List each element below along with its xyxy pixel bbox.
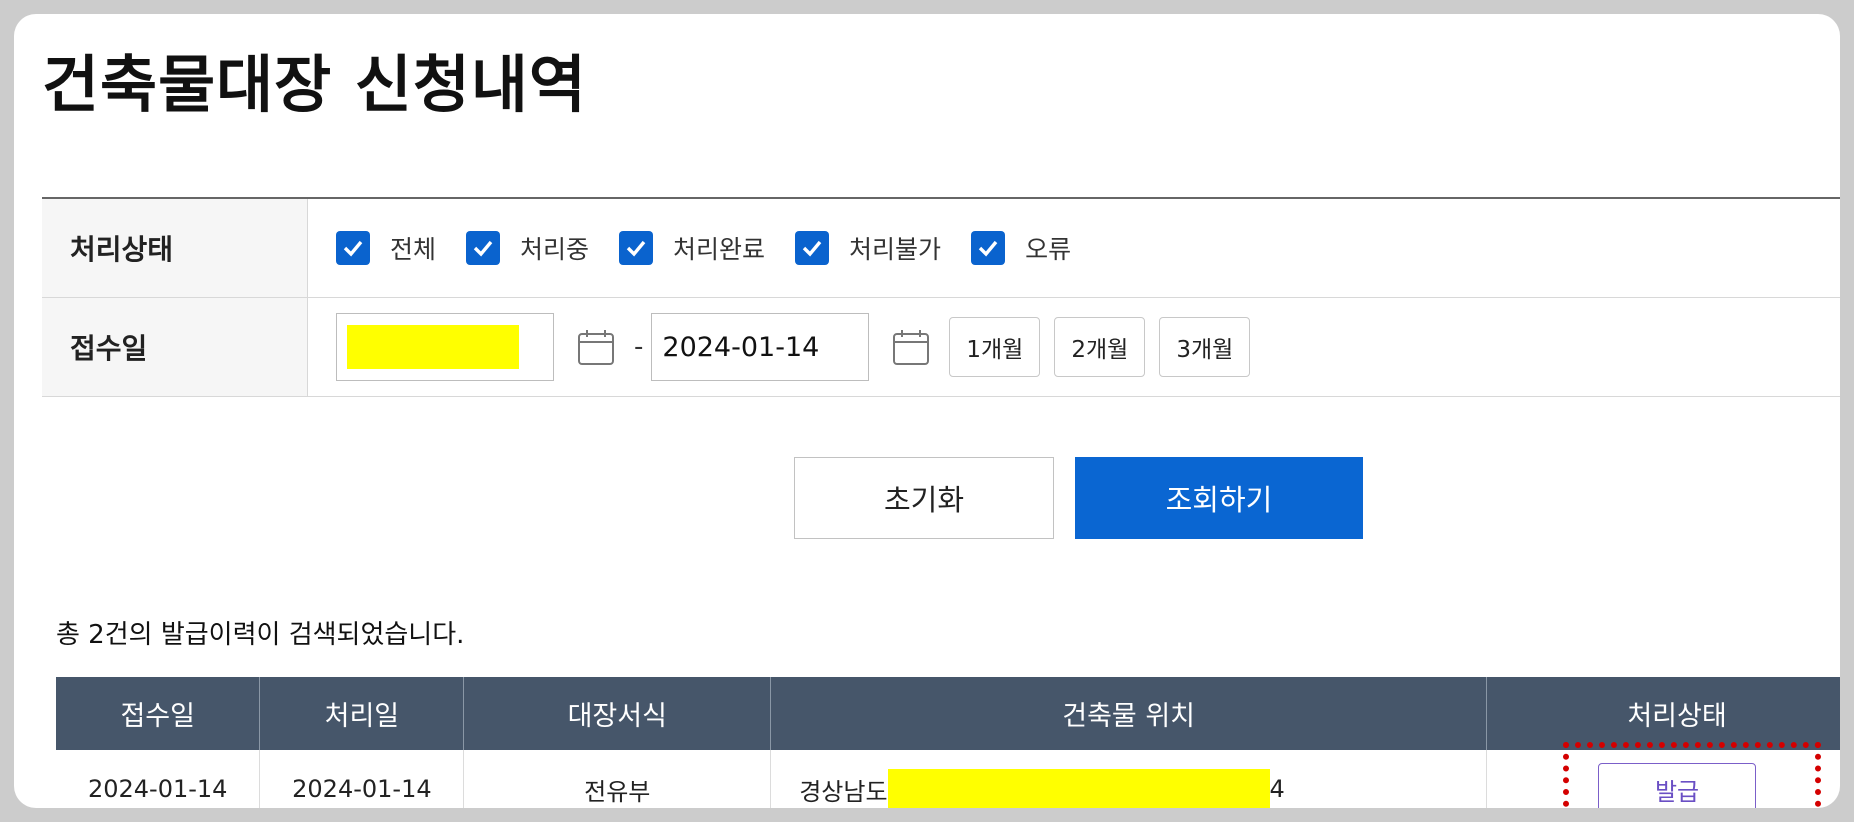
date-range: - 2024-01-14 1개월 2개월 3개월 bbox=[308, 298, 1264, 396]
checkbox-label: 처리완료 bbox=[673, 235, 766, 264]
reset-button[interactable]: 초기화 bbox=[794, 457, 1054, 539]
date-separator: - bbox=[634, 332, 644, 362]
checkbox-completed[interactable]: 처리완료 bbox=[619, 230, 765, 266]
column-header[interactable]: 건축물 위치 bbox=[770, 677, 1488, 750]
calendar-icon[interactable] bbox=[891, 327, 931, 367]
calendar-icon[interactable] bbox=[576, 327, 616, 367]
redaction-mark bbox=[347, 325, 519, 369]
processed-date-cell: 2024-01-14 bbox=[259, 750, 465, 808]
date-to-input[interactable]: 2024-01-14 bbox=[651, 313, 870, 381]
result-summary: 총 2건의 발급이력이 검색되었습니다. bbox=[56, 620, 465, 650]
form-type-cell: 전유부 bbox=[463, 750, 772, 808]
column-header[interactable]: 처리일 bbox=[259, 677, 465, 750]
checkbox-processing[interactable]: 처리중 bbox=[466, 230, 589, 266]
checkbox-label: 전체 bbox=[390, 235, 437, 264]
highlight-box bbox=[1563, 742, 1821, 808]
date-filter-label: 접수일 bbox=[42, 298, 308, 396]
status-filter-row: 처리상태 전체 처리중 처리완료 처리불가 오류 bbox=[42, 199, 1840, 298]
location-prefix: 경상남도 bbox=[799, 777, 888, 806]
check-icon[interactable] bbox=[619, 231, 654, 265]
column-header[interactable]: 처리상태 bbox=[1486, 677, 1840, 750]
checkbox-impossible[interactable]: 처리불가 bbox=[795, 230, 941, 266]
redaction-mark bbox=[887, 769, 1270, 808]
filter-table: 처리상태 전체 처리중 처리완료 처리불가 오류 접수일 - 2024-01-1… bbox=[42, 197, 1840, 397]
period-1month-button[interactable]: 1개월 bbox=[949, 317, 1041, 377]
checkbox-label: 오류 bbox=[1025, 235, 1072, 264]
status-checkbox-group: 전체 처리중 처리완료 처리불가 오류 bbox=[308, 199, 1101, 297]
table-header-row: 접수일 처리일 대장서식 건축물 위치 처리상태 bbox=[56, 677, 1840, 750]
checkbox-error[interactable]: 오류 bbox=[971, 230, 1071, 266]
column-header[interactable]: 접수일 bbox=[56, 677, 261, 750]
checkbox-all[interactable]: 전체 bbox=[336, 230, 436, 266]
column-header[interactable]: 대장서식 bbox=[463, 677, 772, 750]
check-icon[interactable] bbox=[971, 231, 1006, 265]
period-2month-button[interactable]: 2개월 bbox=[1054, 317, 1146, 377]
checkbox-label: 처리중 bbox=[520, 235, 590, 264]
location-cell: 경상남도 4 bbox=[770, 750, 1488, 808]
received-date-cell: 2024-01-14 bbox=[56, 750, 261, 808]
date-from-input[interactable] bbox=[336, 313, 554, 381]
check-icon[interactable] bbox=[336, 231, 370, 265]
location-suffix: 4 bbox=[1269, 775, 1285, 803]
status-filter-label: 처리상태 bbox=[42, 199, 308, 297]
check-icon[interactable] bbox=[466, 231, 501, 265]
check-icon[interactable] bbox=[795, 231, 830, 265]
search-button[interactable]: 조회하기 bbox=[1075, 457, 1363, 539]
page-title: 건축물대장 신청내역 bbox=[42, 48, 587, 121]
period-3month-button[interactable]: 3개월 bbox=[1159, 317, 1251, 377]
date-filter-row: 접수일 - 2024-01-14 1개월 2개월 3개월 bbox=[42, 298, 1840, 397]
main-panel: 건축물대장 신청내역 처리상태 전체 처리중 처리완료 처리불가 오류 접수일 … bbox=[14, 14, 1840, 808]
checkbox-label: 처리불가 bbox=[849, 235, 942, 264]
